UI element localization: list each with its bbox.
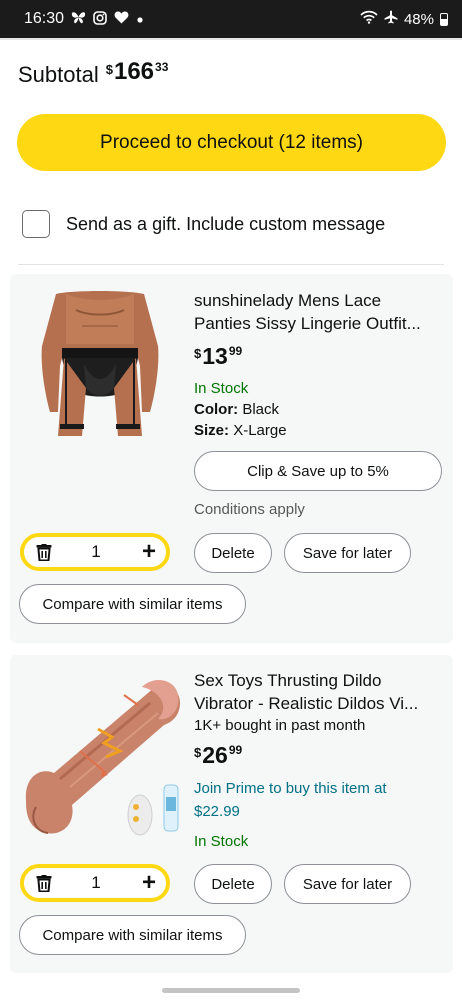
item-info: sunshinelady Mens Lace Panties Sissy Lin… (194, 289, 446, 518)
divider (18, 264, 444, 265)
wifi-icon (360, 10, 378, 28)
status-bar: 16:30 48% (0, 0, 462, 38)
item-color: Color: Black (194, 401, 446, 418)
compare-similar-button[interactable]: Compare with similar items (19, 915, 246, 955)
plus-icon[interactable]: + (142, 540, 156, 564)
item-price: $ 13 99 (194, 342, 446, 370)
delete-button[interactable]: Delete (194, 533, 272, 573)
item-title[interactable]: sunshinelady Mens Lace Panties Sissy Lin… (194, 289, 446, 335)
item-title-line1: Sex Toys Thrusting Dildo (194, 671, 382, 690)
heart-icon (114, 11, 129, 27)
cart-item: sunshinelady Mens Lace Panties Sissy Lin… (10, 274, 453, 643)
item-price-fraction: 99 (228, 344, 243, 358)
cart-item: Sex Toys Thrusting Dildo Vibrator - Real… (10, 655, 453, 973)
clip-coupon-button[interactable]: Clip & Save up to 5% (194, 451, 442, 491)
prime-line1: Join Prime to buy this item at (194, 780, 387, 797)
home-indicator[interactable] (162, 988, 300, 993)
dot-icon (136, 11, 144, 27)
item-currency: $ (194, 346, 202, 361)
plus-icon[interactable]: + (142, 871, 156, 895)
product-image[interactable] (36, 288, 164, 452)
bought-count: 1K+ bought in past month (194, 717, 366, 734)
instagram-icon (93, 10, 107, 28)
quantity-value: 1 (91, 542, 101, 561)
delete-button[interactable]: Delete (194, 864, 272, 904)
subtotal-label: Subtotal (18, 62, 99, 87)
proceed-to-checkout-button[interactable]: Proceed to checkout (12 items) (17, 114, 446, 171)
subtotal: Subtotal $ 166 33 (18, 58, 168, 88)
subtotal-fraction: 33 (155, 60, 169, 74)
subtotal-currency: $ (105, 62, 113, 77)
header-divider (0, 38, 462, 40)
trash-icon[interactable] (36, 544, 52, 562)
color-value: Black (242, 401, 280, 418)
item-title-line1: sunshinelady Mens Lace (194, 291, 382, 310)
status-left: 16:30 (24, 10, 360, 28)
size-value: X-Large (233, 422, 287, 439)
prime-line2: $22.99 (194, 803, 240, 820)
gift-checkbox[interactable] (22, 210, 50, 238)
gift-option[interactable]: Send as a gift. Include custom message (22, 210, 385, 238)
item-price-fraction: 99 (228, 743, 243, 757)
item-price: $ 26 99 (194, 741, 446, 769)
size-label: Size: (194, 422, 230, 439)
status-time: 16:30 (24, 10, 65, 27)
item-title-line2: Panties Sissy Lingerie Outfit... (194, 314, 421, 333)
item-price-whole: 13 (202, 343, 228, 369)
stock-status: In Stock (194, 380, 249, 397)
prime-price-link[interactable]: Join Prime to buy this item at $22.99 (194, 777, 446, 823)
quantity-value: 1 (91, 873, 101, 892)
item-size: Size: X-Large (194, 422, 446, 439)
save-for-later-button[interactable]: Save for later (284, 864, 411, 904)
battery-icon (440, 12, 448, 26)
subtotal-whole: 166 (113, 58, 155, 85)
gift-label: Send as a gift. Include custom message (66, 213, 386, 234)
item-title-line2: Vibrator - Realistic Dildos Vi... (194, 694, 419, 713)
butterfly-icon (71, 11, 86, 27)
airplane-icon (384, 10, 398, 28)
quantity-stepper[interactable]: 1 + (20, 864, 170, 902)
item-price-whole: 26 (202, 742, 228, 768)
compare-similar-button[interactable]: Compare with similar items (19, 584, 246, 624)
status-right: 48% (360, 10, 448, 28)
battery-percent: 48% (403, 10, 434, 28)
item-title[interactable]: Sex Toys Thrusting Dildo Vibrator - Real… (194, 669, 446, 715)
conditions-apply[interactable]: Conditions apply (194, 501, 446, 518)
product-image[interactable] (20, 667, 184, 839)
stock-status: In Stock (194, 833, 249, 850)
item-currency: $ (194, 745, 202, 760)
trash-icon[interactable] (36, 875, 52, 893)
item-info: Sex Toys Thrusting Dildo Vibrator - Real… (194, 669, 446, 850)
color-label: Color: (194, 401, 239, 418)
quantity-stepper[interactable]: 1 + (20, 533, 170, 571)
save-for-later-button[interactable]: Save for later (284, 533, 411, 573)
subtotal-price: $ 166 33 (106, 58, 169, 86)
